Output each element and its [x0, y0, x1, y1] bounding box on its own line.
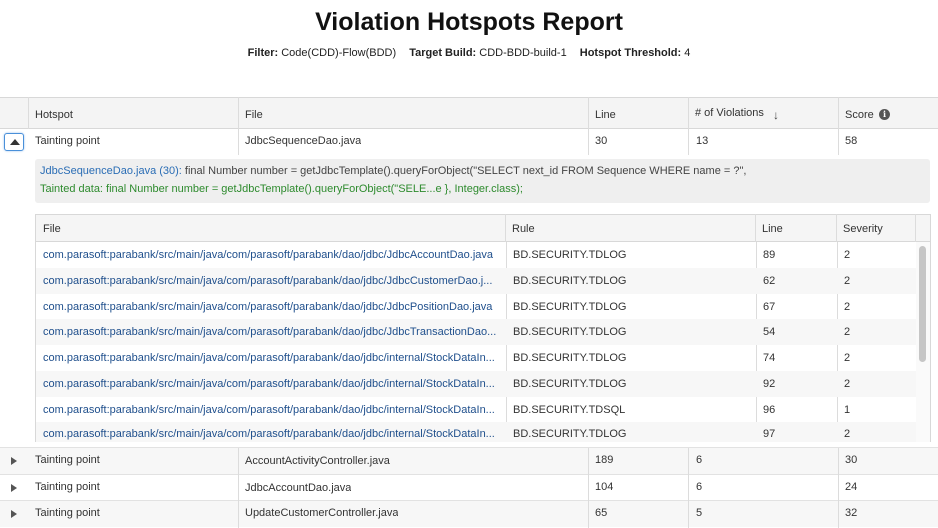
table-row[interactable]: com.parasoft:parabank/src/main/java/com/…: [36, 345, 917, 371]
violations-cell: 6: [696, 481, 703, 493]
info-icon[interactable]: i: [879, 109, 890, 120]
violation-file-link[interactable]: com.parasoft:parabank/src/main/java/com/…: [43, 404, 498, 416]
arrow-down-icon[interactable]: ↓: [773, 108, 779, 122]
column-header-file[interactable]: File: [245, 109, 263, 121]
table-row[interactable]: com.parasoft:parabank/src/main/java/com/…: [36, 242, 917, 268]
report-filters: Filter: Code(CDD)-Flow(BDD) Target Build…: [0, 47, 938, 59]
violation-severity: 1: [844, 404, 851, 416]
violation-severity: 2: [844, 301, 851, 313]
file-cell: JdbcAccountDao.java: [245, 482, 352, 494]
violation-severity: 2: [844, 352, 851, 364]
violation-severity: 2: [844, 275, 851, 287]
violation-severity: 2: [844, 326, 851, 338]
violation-file-link[interactable]: com.parasoft:parabank/src/main/java/com/…: [43, 428, 498, 440]
violation-rule: BD.SECURITY.TDLOG: [513, 378, 627, 390]
violations-cell: 6: [696, 454, 703, 466]
violation-severity: 2: [844, 249, 851, 261]
expand-row-icon[interactable]: [11, 510, 17, 518]
column-header-score[interactable]: Score: [845, 109, 874, 121]
report-title: Violation Hotspots Report: [315, 8, 623, 36]
sub-column-header-file[interactable]: File: [43, 223, 61, 235]
violation-file-link[interactable]: com.parasoft:parabank/src/main/java/com/…: [43, 378, 498, 390]
filter-label: Filter:: [247, 47, 279, 59]
source-location-link[interactable]: JdbcSequenceDao.java (30):: [40, 165, 182, 177]
table-row[interactable]: com.parasoft:parabank/src/main/java/com/…: [36, 294, 917, 320]
sub-column-header-rule[interactable]: Rule: [512, 223, 535, 235]
table-row[interactable]: com.parasoft:parabank/src/main/java/com/…: [36, 319, 917, 345]
score-cell: 32: [845, 507, 858, 519]
column-header-line[interactable]: Line: [595, 109, 616, 121]
table-row[interactable]: Tainting point JdbcAccountDao.java 104 6…: [0, 475, 938, 501]
violation-severity: 2: [844, 428, 851, 440]
table-row[interactable]: Tainting point UpdateCustomerController.…: [0, 501, 938, 527]
violation-line: 97: [763, 428, 776, 440]
expand-row-icon[interactable]: [11, 484, 17, 492]
sub-column-header-line[interactable]: Line: [762, 223, 783, 235]
line-cell: 65: [595, 507, 608, 519]
violation-line: 89: [763, 249, 776, 261]
violation-rule: BD.SECURITY.TDLOG: [513, 326, 627, 338]
scrollbar-thumb[interactable]: [919, 246, 926, 362]
violation-rule: BD.SECURITY.TDLOG: [513, 275, 627, 287]
violation-file-link[interactable]: com.parasoft:parabank/src/main/java/com/…: [43, 352, 498, 364]
violation-rule: BD.SECURITY.TDLOG: [513, 301, 627, 313]
violation-line: 96: [763, 404, 776, 416]
file-cell: AccountActivityController.java: [245, 455, 390, 467]
target-build-label: Target Build:: [409, 47, 477, 59]
violation-rule: BD.SECURITY.TDSQL: [513, 404, 626, 416]
target-build-value: CDD-BDD-build-1: [479, 47, 567, 59]
violation-rule: BD.SECURITY.TDLOG: [513, 249, 627, 261]
violations-table-body: com.parasoft:parabank/src/main/java/com/…: [35, 242, 931, 442]
violation-line: 67: [763, 301, 776, 313]
hotspot-table-header: [0, 97, 938, 129]
violation-rule: BD.SECURITY.TDLOG: [513, 428, 627, 440]
line-cell: 189: [595, 454, 614, 466]
file-cell: UpdateCustomerController.java: [245, 507, 399, 519]
detail-source-line: JdbcSequenceDao.java (30): final Number …: [40, 165, 746, 177]
hotspot-detail: JdbcSequenceDao.java (30): final Number …: [35, 159, 930, 203]
file-cell: JdbcSequenceDao.java: [245, 135, 362, 147]
violation-file-link[interactable]: com.parasoft:parabank/src/main/java/com/…: [43, 326, 498, 338]
sub-column-header-severity[interactable]: Severity: [843, 223, 883, 235]
tainted-data-line: Tainted data: final Number number = getJ…: [40, 183, 523, 195]
source-code: final Number number = getJdbcTemplate().…: [181, 165, 747, 177]
violation-line: 54: [763, 326, 776, 338]
hotspot-threshold-label: Hotspot Threshold:: [579, 47, 682, 59]
line-cell: 30: [595, 135, 608, 147]
hotspot-cell: Tainting point: [35, 481, 100, 493]
column-header-violations[interactable]: # of Violations: [695, 107, 764, 119]
hotspot-threshold-value: 4: [684, 47, 691, 59]
table-row[interactable]: com.parasoft:parabank/src/main/java/com/…: [36, 422, 917, 442]
score-cell: 30: [845, 454, 858, 466]
violations-cell: 13: [696, 135, 709, 147]
table-row[interactable]: com.parasoft:parabank/src/main/java/com/…: [36, 371, 917, 397]
violations-scrollbar[interactable]: [916, 242, 930, 442]
line-cell: 104: [595, 481, 614, 493]
violation-file-link[interactable]: com.parasoft:parabank/src/main/java/com/…: [43, 301, 498, 313]
filter-value: Code(CDD)-Flow(BDD): [281, 47, 397, 59]
collapse-row-button[interactable]: [4, 133, 24, 151]
violation-line: 74: [763, 352, 776, 364]
score-cell: 58: [845, 135, 858, 147]
hotspot-cell: Tainting point: [35, 507, 100, 519]
violation-file-link[interactable]: com.parasoft:parabank/src/main/java/com/…: [43, 249, 498, 261]
violation-severity: 2: [844, 378, 851, 390]
table-row[interactable]: Tainting point AccountActivityController…: [0, 448, 938, 474]
violation-rule: BD.SECURITY.TDLOG: [513, 352, 627, 364]
score-cell: 24: [845, 481, 858, 493]
table-row[interactable]: com.parasoft:parabank/src/main/java/com/…: [36, 268, 917, 294]
hotspot-cell: Tainting point: [35, 454, 100, 466]
chevron-up-icon: [10, 139, 20, 145]
violation-line: 92: [763, 378, 776, 390]
expand-row-icon[interactable]: [11, 457, 17, 465]
table-row[interactable]: com.parasoft:parabank/src/main/java/com/…: [36, 397, 917, 423]
hotspot-cell: Tainting point: [35, 135, 100, 147]
violations-cell: 5: [696, 507, 703, 519]
violation-line: 62: [763, 275, 776, 287]
column-header-hotspot[interactable]: Hotspot: [35, 109, 73, 121]
violation-file-link[interactable]: com.parasoft:parabank/src/main/java/com/…: [43, 275, 498, 287]
violations-table-header: [35, 214, 931, 242]
